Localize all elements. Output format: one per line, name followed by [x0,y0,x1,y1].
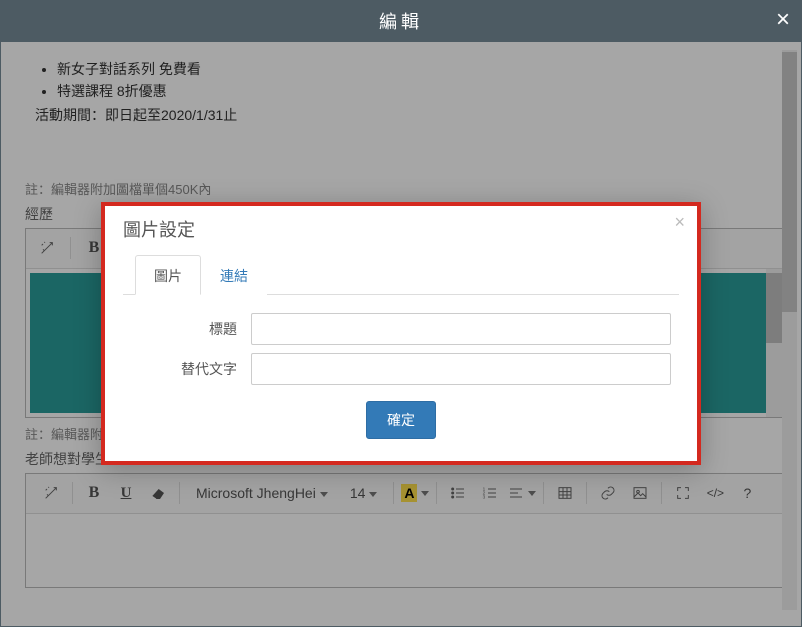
close-icon[interactable]: × [776,6,790,34]
tab-link[interactable]: 連結 [201,255,267,295]
label-title: 標題 [131,319,251,339]
modal-header: 編輯 × [0,0,802,42]
alt-text-field[interactable] [251,353,671,385]
ok-button[interactable]: 確定 [366,401,436,439]
dialog-title: 圖片設定 [123,216,679,242]
close-icon[interactable]: × [674,212,685,233]
title-field[interactable] [251,313,671,345]
tab-image[interactable]: 圖片 [135,255,201,295]
label-alt: 替代文字 [131,359,251,379]
edit-modal: 編輯 × 新女子對話系列 免費看 特選課程 8折優惠 活動期間：即日起至2020… [0,0,802,627]
dialog-form: 標題 替代文字 [123,295,679,385]
image-settings-dialog: × 圖片設定 圖片 連結 標題 替代文字 [101,202,701,465]
dim-overlay: × 圖片設定 圖片 連結 標題 替代文字 [1,42,801,626]
modal-title: 編輯 [379,8,423,34]
dialog-tabs: 圖片 連結 [123,254,679,295]
modal-body: 新女子對話系列 免費看 特選課程 8折優惠 活動期間：即日起至2020/1/31… [0,42,802,627]
